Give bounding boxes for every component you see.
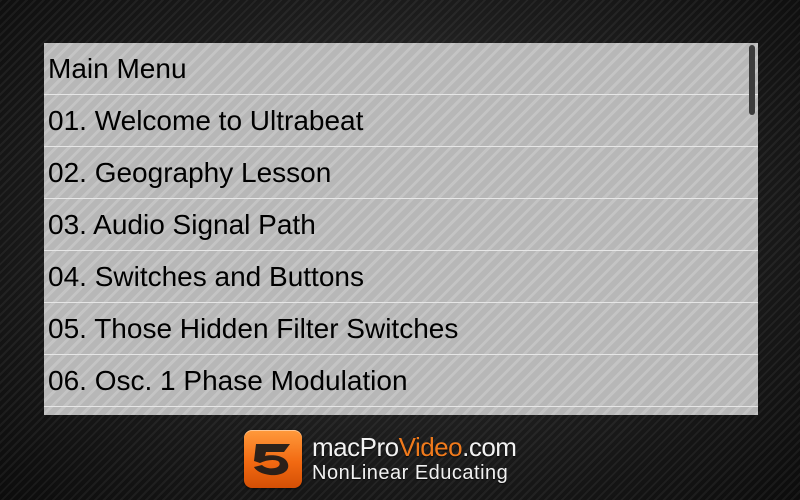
brand-name-suffix: .com — [462, 432, 517, 462]
list-item-lesson-02[interactable]: 02. Geography Lesson — [44, 147, 758, 199]
brand-text: macProVideo.com NonLinear Educating — [312, 432, 517, 485]
list-item-lesson-01[interactable]: 01. Welcome to Ultrabeat — [44, 95, 758, 147]
lesson-list[interactable]: Main Menu 01. Welcome to Ultrabeat 02. G… — [44, 43, 758, 415]
macprovideo-logo-icon — [244, 430, 302, 488]
brand-tagline: NonLinear Educating — [312, 462, 509, 484]
list-item-label: 04. Switches and Buttons — [48, 260, 364, 292]
brand-name-prefix: macPro — [312, 432, 399, 462]
list-item-label: 02. Geography Lesson — [48, 156, 332, 188]
list-item-lesson-06[interactable]: 06. Osc. 1 Phase Modulation — [44, 355, 758, 407]
list-item-lesson-04[interactable]: 04. Switches and Buttons — [44, 251, 758, 303]
list-header-main-menu[interactable]: Main Menu — [44, 43, 758, 95]
list-scrollbar-thumb[interactable] — [749, 45, 755, 115]
list-item-label: 03. Audio Signal Path — [48, 208, 316, 240]
list-item-lesson-05[interactable]: 05. Those Hidden Filter Switches — [44, 303, 758, 355]
app-screen: { "menu": { "header": "Main Menu", "item… — [0, 0, 800, 500]
list-item-lesson-03[interactable]: 03. Audio Signal Path — [44, 199, 758, 251]
brand-logo: macProVideo.com NonLinear Educating — [244, 430, 564, 488]
list-item-label: 05. Those Hidden Filter Switches — [48, 312, 459, 344]
brand-name: macProVideo.com — [312, 432, 517, 462]
list-item-label: 01. Welcome to Ultrabeat — [48, 104, 364, 136]
list-item-lesson-07[interactable] — [44, 407, 758, 415]
brand-name-accent: Video — [398, 432, 463, 462]
list-scrollbar[interactable] — [746, 43, 758, 415]
list-header-label: Main Menu — [48, 52, 187, 84]
macprovideo-logo-glyph — [254, 444, 290, 476]
list-item-label: 06. Osc. 1 Phase Modulation — [48, 364, 408, 396]
